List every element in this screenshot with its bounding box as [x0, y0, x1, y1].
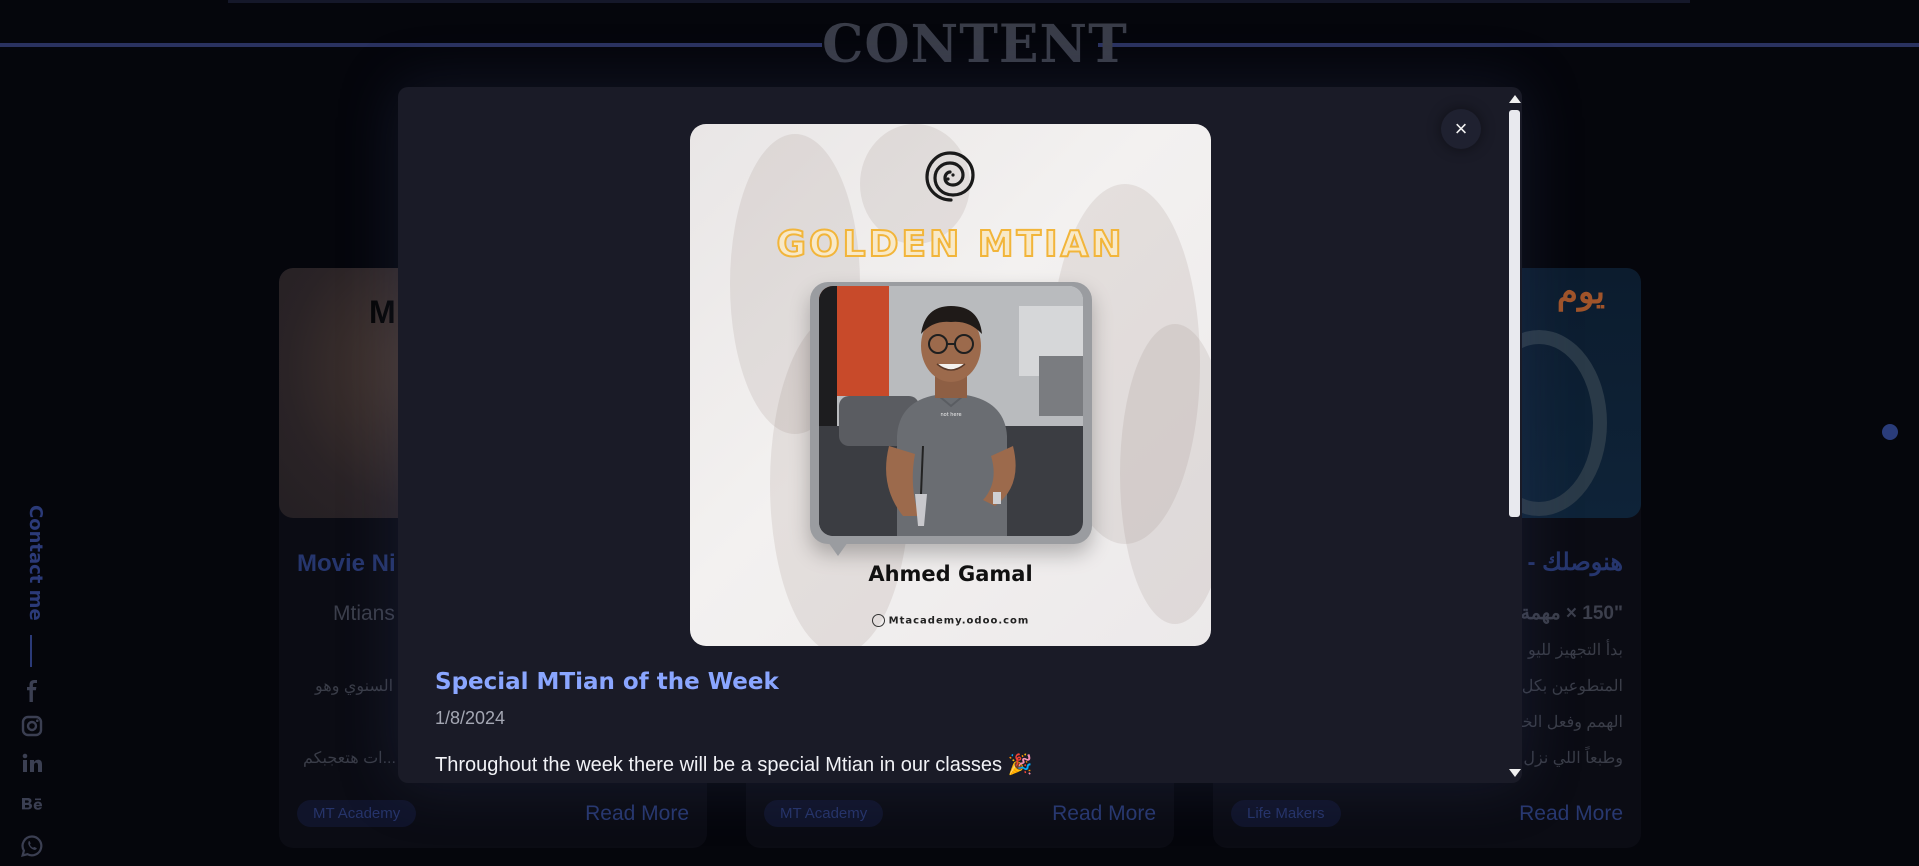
modal-scrollbar[interactable] — [1509, 95, 1521, 777]
card-text-line: بدأ التجهيز لليو — [1528, 642, 1623, 659]
svg-text:not here: not here — [940, 412, 961, 418]
top-divider — [228, 0, 1690, 3]
section-title: CONTENT — [822, 14, 1128, 76]
scroll-indicator-dot[interactable] — [1882, 424, 1898, 440]
mt-academy-logo-icon — [925, 151, 975, 202]
post-body: Throughout the week there will be a spec… — [435, 754, 1033, 776]
linkedin-icon[interactable] — [20, 751, 44, 775]
card-subtitle: Mtians — [333, 602, 395, 625]
photo-frame: not here — [810, 282, 1092, 544]
website-line: Mtacademy.odoo.com — [690, 614, 1211, 627]
post-date: 1/8/2024 — [435, 708, 506, 728]
card-title[interactable]: Movie Ni — [297, 550, 396, 578]
card-tag[interactable]: Life Makers — [1231, 800, 1341, 827]
photo-frame-tail — [828, 542, 848, 556]
portrait-photo: not here — [819, 286, 1083, 536]
contact-me-label[interactable]: Contact me — [16, 505, 46, 625]
scroll-up-arrow-icon[interactable] — [1509, 95, 1521, 103]
post-image: GOLDEN MTIAN not here Ahmed Gamal Mtacad… — [690, 124, 1211, 646]
close-button[interactable]: × — [1441, 109, 1481, 149]
instagram-icon[interactable] — [20, 714, 44, 738]
person-name: Ahmed Gamal — [868, 562, 1033, 586]
facebook-icon[interactable] — [20, 679, 44, 703]
card-text-line: "150 × مهمة — [1520, 603, 1623, 624]
card-text-line: وطبعاً اللي نزل — [1523, 750, 1623, 767]
post-title: Special MTian of the Week — [435, 669, 779, 695]
card-text-line: الهمم وفعل الخير — [1509, 714, 1623, 731]
read-more-link[interactable]: Read More — [585, 802, 689, 826]
read-more-link[interactable]: Read More — [1052, 802, 1156, 826]
card-tag[interactable]: MT Academy — [764, 800, 884, 827]
scrollbar-thumb[interactable] — [1509, 110, 1520, 517]
golden-mtian-headline: GOLDEN MTIAN — [776, 223, 1125, 266]
card-text-line: ة السنوي وهو — [315, 678, 406, 695]
card-image-letter: M — [369, 294, 396, 330]
post-modal: GOLDEN MTIAN not here Ahmed Gamal Mtacad… — [398, 87, 1522, 783]
globe-icon — [871, 614, 885, 627]
behance-icon[interactable] — [20, 792, 44, 816]
card-image-badge: يوم — [1556, 273, 1605, 311]
whatsapp-icon[interactable] — [20, 834, 44, 858]
card-text-line: المتطوعين بكل — [1521, 678, 1623, 695]
card-tag[interactable]: MT Academy — [297, 800, 417, 827]
read-more-link[interactable]: Read More — [1519, 802, 1623, 826]
contact-divider — [30, 635, 32, 667]
website-text: Mtacademy.odoo.com — [888, 615, 1030, 627]
scroll-down-arrow-icon[interactable] — [1509, 769, 1521, 777]
card-text-line: ات هتعجبكم... — [303, 750, 396, 767]
